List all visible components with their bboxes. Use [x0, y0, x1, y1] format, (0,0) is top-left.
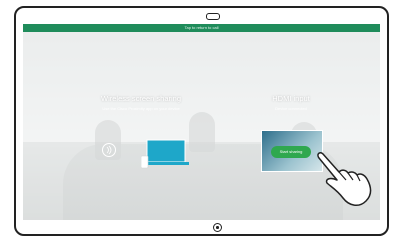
touch-screen: Tap to return to call Wireless screen sh…: [23, 24, 380, 220]
home-button-dot: [216, 226, 219, 229]
hdmi-input-subtitle: Device connected: [275, 106, 307, 111]
hdmi-input-title: HDMI input: [272, 94, 310, 103]
wireless-sharing-subtitle: Use the Cisco Proximity app on your devi…: [102, 106, 180, 111]
laptop-icon[interactable]: [141, 134, 195, 170]
hand-pointer-icon: [317, 152, 372, 206]
start-sharing-button[interactable]: Start sharing: [271, 146, 311, 158]
wireless-sharing-title: Wireless screen sharing: [100, 94, 182, 103]
proximity-icon: [102, 143, 116, 157]
return-to-call-banner[interactable]: Tap to return to call: [23, 24, 380, 32]
touch-panel-device: Tap to return to call Wireless screen sh…: [14, 6, 389, 236]
home-button-icon[interactable]: [213, 223, 222, 232]
camera-icon: [206, 13, 220, 20]
